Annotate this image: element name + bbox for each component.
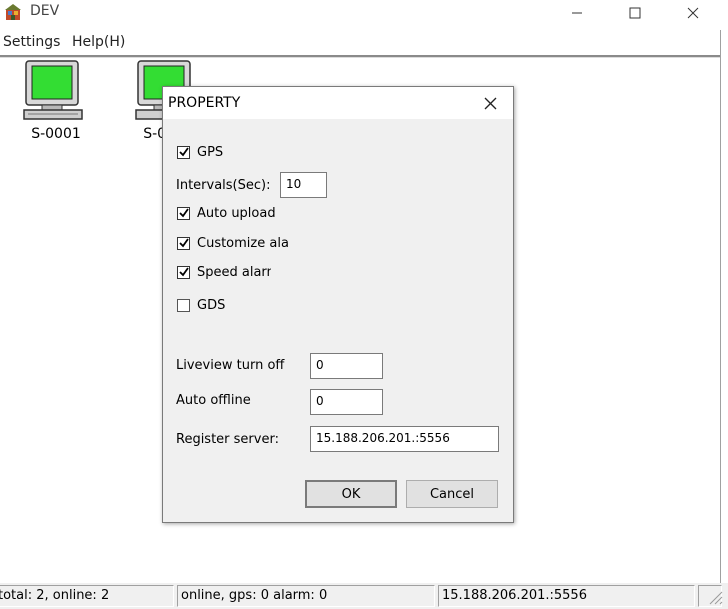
checkmark-icon bbox=[178, 147, 189, 157]
app-icon bbox=[5, 4, 21, 20]
auto-offline-label: Auto offline bbox=[176, 393, 251, 408]
device-label: S-0001 bbox=[31, 126, 81, 142]
status-pane-server: 15.188.206.201.:5556 bbox=[438, 585, 695, 607]
register-server-input[interactable]: 15.188.206.201.:5556 bbox=[310, 426, 499, 452]
device-item[interactable]: S-0001 bbox=[16, 60, 96, 150]
frame-border bbox=[720, 30, 721, 609]
gps-label: GPS bbox=[197, 144, 224, 160]
menu-item-settings[interactable]: Settings bbox=[3, 34, 60, 50]
window-title: DEV bbox=[30, 3, 60, 19]
auto-upload-checkbox-row[interactable]: Auto upload bbox=[177, 204, 276, 222]
gds-label: GDS bbox=[197, 297, 226, 313]
ok-button[interactable]: OK bbox=[305, 480, 397, 508]
dialog-title: PROPERTY bbox=[168, 95, 241, 111]
gps-checkbox-row[interactable]: GPS bbox=[177, 143, 223, 161]
status-pane-online: online, gps: 0 alarm: 0 bbox=[177, 585, 435, 607]
gds-checkbox-row[interactable]: GDS bbox=[177, 296, 225, 314]
liveview-turn-off-label: Liveview turn off bbox=[176, 358, 285, 373]
customize-alarm-checkbox[interactable] bbox=[177, 236, 190, 250]
checkmark-icon bbox=[178, 238, 189, 248]
auto-upload-label: Auto upload bbox=[197, 205, 276, 221]
maximize-icon bbox=[629, 7, 641, 19]
menu-item-help[interactable]: Help(H) bbox=[72, 34, 125, 50]
status-bar: total: 2, online: 2 online, gps: 0 alarm… bbox=[0, 583, 728, 609]
speed-alarm-checkbox-row[interactable]: Speed alarm bbox=[177, 263, 271, 281]
menu-separator bbox=[0, 55, 720, 58]
gds-checkbox[interactable] bbox=[177, 298, 190, 312]
customize-alarm-label: Customize ala bbox=[197, 235, 289, 251]
close-window-button[interactable] bbox=[670, 0, 716, 26]
auto-upload-checkbox[interactable] bbox=[177, 206, 190, 220]
checkmark-icon bbox=[178, 208, 189, 218]
checkmark-icon bbox=[178, 267, 189, 277]
register-server-label: Register server: bbox=[176, 432, 279, 447]
gps-checkbox[interactable] bbox=[177, 145, 190, 159]
intervals-label: Intervals(Sec): bbox=[176, 178, 271, 193]
speed-alarm-label: Speed alarm bbox=[197, 264, 271, 280]
speed-alarm-checkbox[interactable] bbox=[177, 265, 190, 279]
cancel-button[interactable]: Cancel bbox=[406, 480, 498, 508]
menu-bar: Settings Help(H) bbox=[0, 30, 720, 54]
minimize-icon bbox=[572, 12, 582, 14]
liveview-turn-off-input[interactable]: 0 bbox=[310, 353, 383, 379]
intervals-input[interactable]: 10 bbox=[280, 172, 327, 198]
minimize-button[interactable] bbox=[554, 0, 600, 26]
close-icon bbox=[484, 97, 496, 109]
dialog-titlebar: PROPERTY bbox=[163, 87, 513, 119]
status-pane-totals: total: 2, online: 2 bbox=[0, 585, 174, 607]
computer-icon bbox=[23, 60, 83, 120]
customize-alarm-checkbox-row[interactable]: Customize ala bbox=[177, 234, 289, 252]
window-titlebar: DEV bbox=[0, 0, 728, 26]
close-icon bbox=[687, 7, 699, 19]
property-dialog: PROPERTY GPS Intervals(Sec): 10 Auto upl… bbox=[162, 86, 514, 523]
dialog-close-button[interactable] bbox=[475, 91, 505, 115]
auto-offline-input[interactable]: 0 bbox=[310, 389, 383, 415]
maximize-button[interactable] bbox=[612, 0, 658, 26]
resize-grip-icon[interactable] bbox=[706, 588, 724, 606]
